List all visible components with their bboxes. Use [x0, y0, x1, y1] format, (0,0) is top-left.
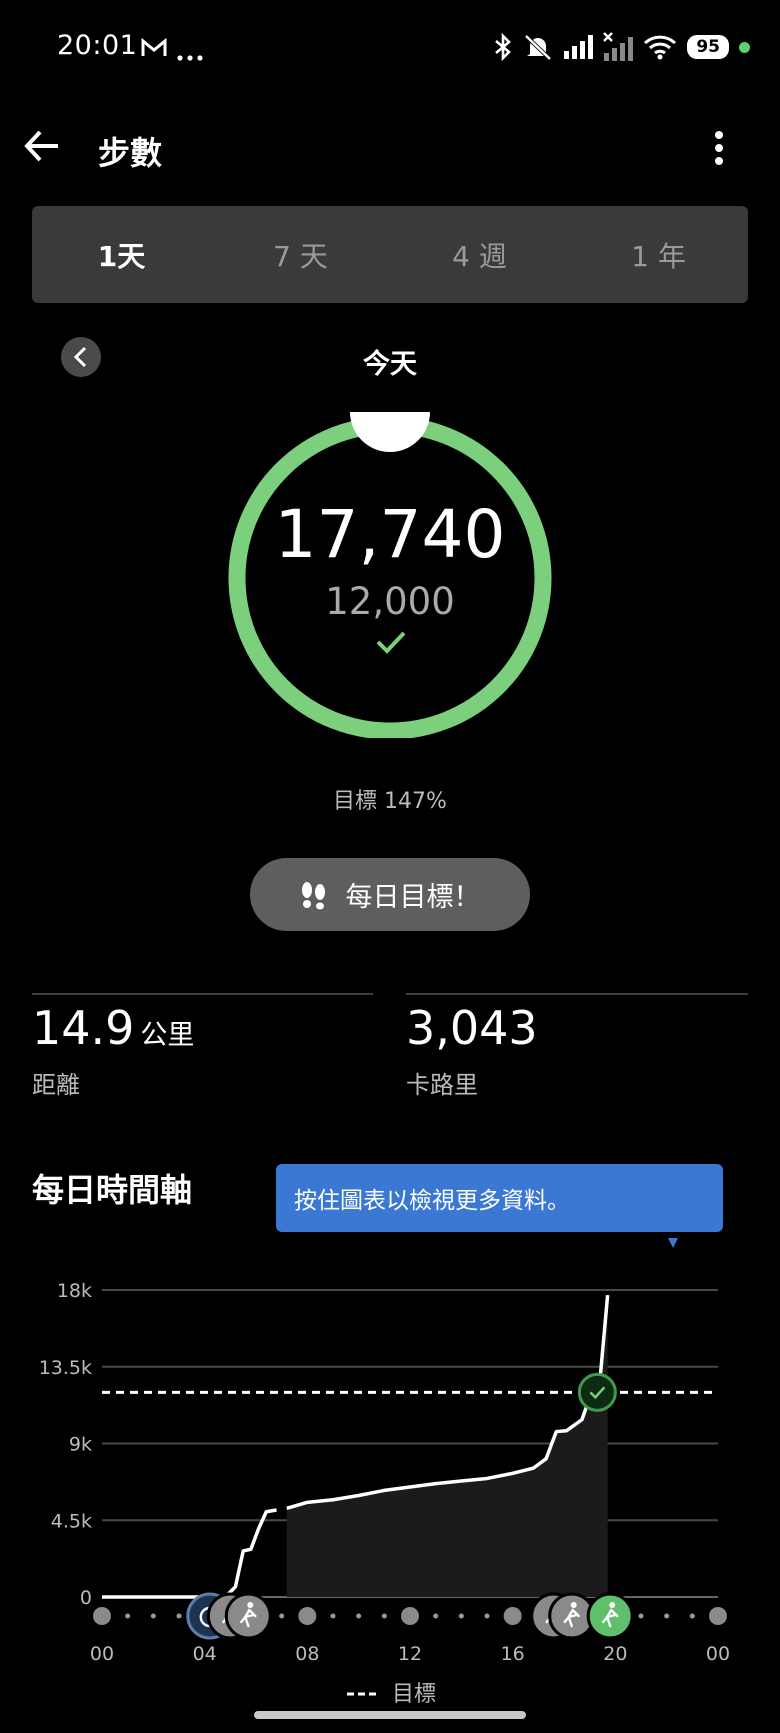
series-line: [102, 1508, 277, 1599]
x-axis-minor-dot: [279, 1613, 285, 1619]
previous-day-button[interactable]: [61, 337, 101, 377]
x-axis-dot: [298, 1607, 317, 1625]
x-axis-minor-dot: [381, 1613, 387, 1619]
more-notifications-icon: [177, 46, 203, 65]
tab-4-weeks[interactable]: 4 週: [390, 206, 569, 303]
walking-icon: [570, 1602, 577, 1608]
x-tick-label: 04: [193, 1643, 217, 1665]
walking-icon: [247, 1602, 254, 1608]
page-title: 步數: [98, 134, 163, 172]
y-tick-label: 13.5k: [39, 1357, 92, 1379]
x-axis-minor-dot: [689, 1613, 695, 1619]
x-axis-minor-dot: [433, 1613, 439, 1619]
tab-7-days[interactable]: 7 天: [211, 206, 390, 303]
calories-value: 3,043: [406, 1001, 538, 1055]
privacy-dot-icon: [739, 41, 750, 53]
calories-label: 卡路里: [406, 1071, 478, 1099]
divider: [32, 993, 373, 995]
chart-tooltip[interactable]: 按住圖表以檢視更多資料。: [276, 1164, 723, 1232]
goal-reached-marker: [577, 1372, 617, 1412]
gmail-icon: [141, 37, 167, 62]
x-axis-dot: [503, 1607, 522, 1625]
chevron-left-icon: [73, 346, 87, 368]
x-axis-minor-dot: [664, 1613, 670, 1619]
y-tick-label: 9k: [69, 1434, 92, 1456]
y-tick-label: 18k: [57, 1280, 92, 1302]
series-area: [286, 1295, 608, 1597]
x-axis-minor-dot: [125, 1613, 131, 1619]
calories-stat: 3,043: [406, 1001, 538, 1055]
x-tick-label: 20: [603, 1643, 627, 1665]
distance-value: 14.9: [32, 1001, 135, 1055]
steps-goal: 12,000: [325, 580, 455, 623]
divider: [406, 993, 748, 995]
timeline-title: 每日時間軸: [32, 1171, 193, 1209]
date-label: 今天: [363, 349, 417, 380]
daily-goal-label: 每日目標！: [345, 882, 481, 913]
x-axis-minor-dot: [484, 1613, 490, 1619]
check-icon: [376, 631, 406, 654]
x-axis-dot: [93, 1607, 111, 1625]
timeline-chart[interactable]: 18k 13.5k 9k 4.5k 0 00 04 08 12 16 20 00 目標: [0, 1238, 780, 1708]
tab-1-day[interactable]: 1天: [32, 206, 211, 303]
wifi-icon: [644, 35, 677, 60]
x-axis-minor-dot: [638, 1613, 644, 1619]
goal-percent: 目標 147%: [333, 789, 447, 814]
steps-count: 17,740: [274, 496, 506, 573]
footprints-icon: [301, 881, 325, 909]
legend-goal-label: 目標: [392, 1682, 436, 1707]
x-tick-label: 00: [90, 1643, 114, 1665]
signal-x-icon: [603, 32, 634, 61]
x-axis-dot: [709, 1607, 727, 1625]
distance-stat: 14.9 公里: [32, 1001, 194, 1055]
distance-unit: 公里: [140, 1020, 195, 1051]
x-axis-minor-dot: [330, 1613, 336, 1619]
arrow-left-icon: [24, 130, 58, 162]
tooltip-arrow: [668, 1238, 678, 1248]
x-tick-label: 00: [706, 1643, 730, 1665]
x-axis-minor-dot: [176, 1613, 182, 1619]
status-time: 20:01: [57, 30, 138, 61]
status-icons: 95: [493, 32, 750, 62]
x-axis-dot: [401, 1607, 419, 1625]
y-tick-label: 4.5k: [51, 1510, 92, 1532]
period-tabs: 1天 7 天 4 週 1 年: [32, 206, 748, 303]
bluetooth-icon: [495, 33, 512, 61]
walking-icon: [609, 1602, 616, 1608]
progress-ring: [228, 412, 552, 738]
home-indicator[interactable]: [254, 1711, 526, 1719]
x-axis-minor-dot: [458, 1613, 464, 1619]
mute-icon: [524, 34, 552, 61]
distance-label: 距離: [32, 1071, 80, 1099]
more-vertical-icon: [715, 131, 723, 165]
x-axis-minor-dot: [356, 1613, 362, 1619]
x-tick-label: 16: [501, 1643, 525, 1665]
y-tick-label: 0: [80, 1587, 92, 1609]
more-options-button[interactable]: [712, 130, 726, 166]
daily-goal-button[interactable]: 每日目標！: [250, 858, 530, 931]
x-axis-minor-dot: [150, 1613, 156, 1619]
x-tick-label: 08: [295, 1643, 319, 1665]
back-button[interactable]: [22, 126, 62, 166]
tab-1-year[interactable]: 1 年: [569, 206, 748, 303]
battery-icon: 95: [687, 35, 729, 59]
signal-icon: [564, 35, 594, 59]
x-tick-label: 12: [398, 1643, 422, 1665]
tooltip-text: 按住圖表以檢視更多資料。: [294, 1188, 570, 1214]
